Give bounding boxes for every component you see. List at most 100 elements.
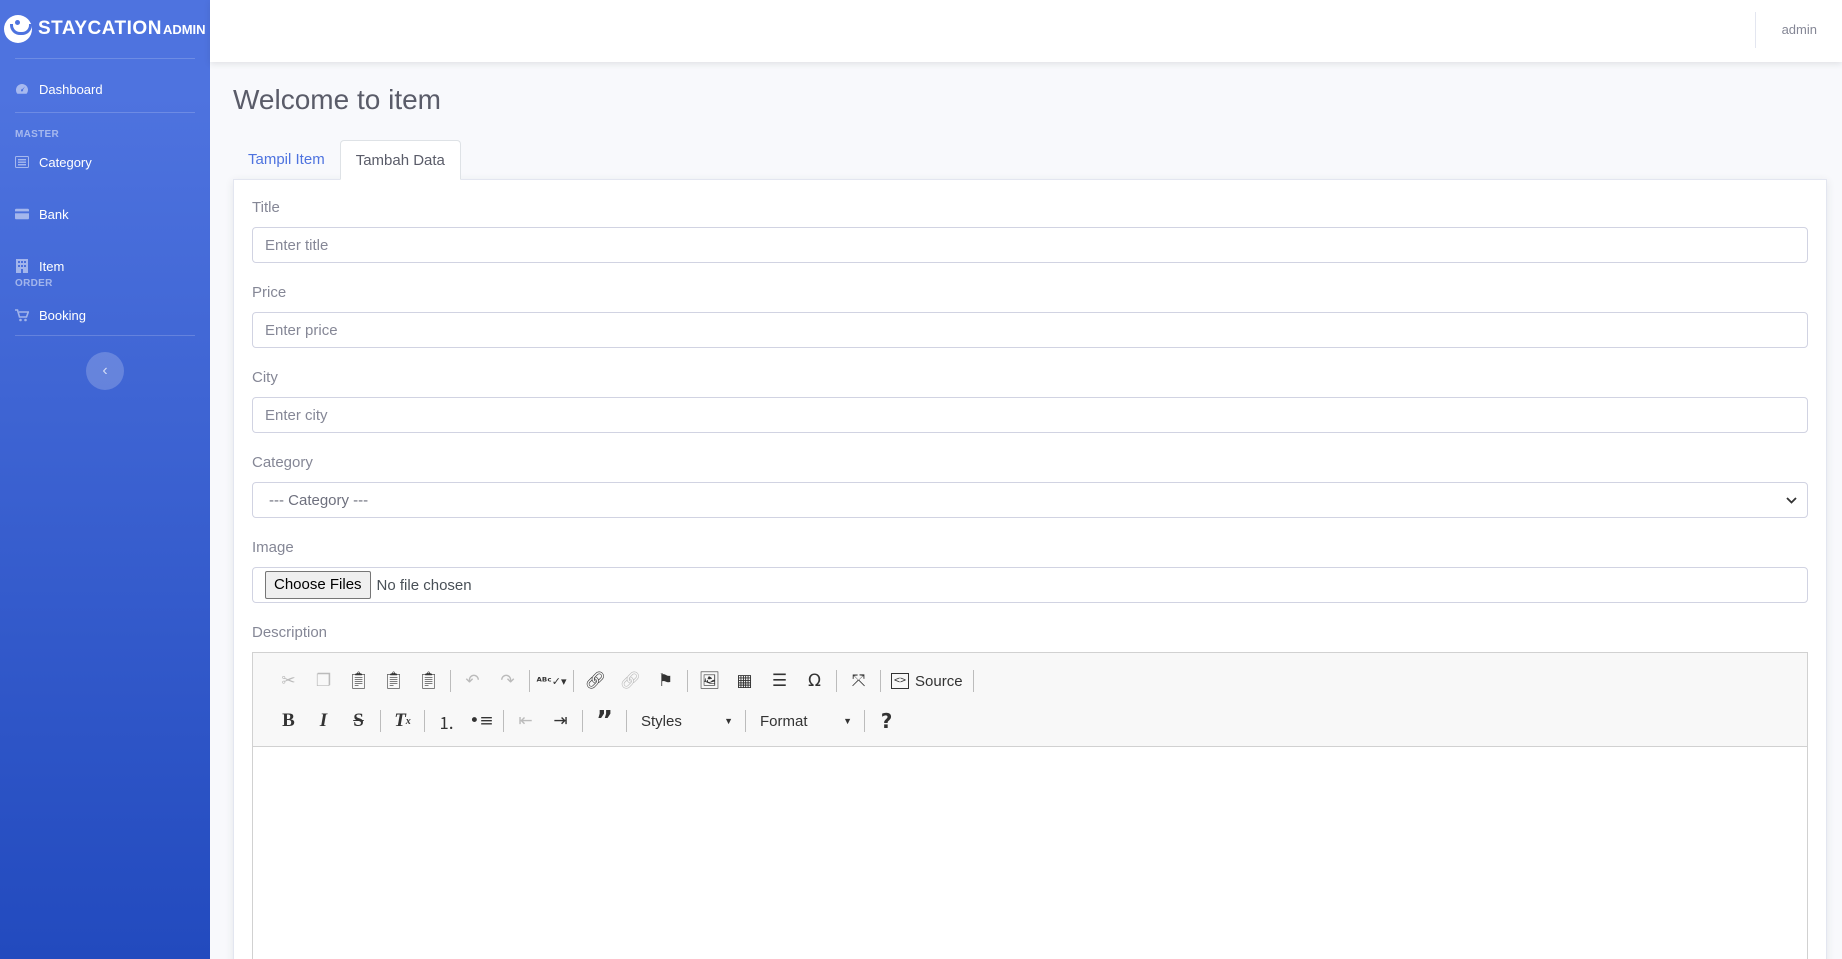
numbered-list-icon[interactable]: ⒈	[429, 706, 464, 736]
toolbar-separator	[380, 710, 381, 732]
sidebar-item-label: Item	[39, 258, 65, 274]
toolbar-separator	[424, 710, 425, 732]
sidebar-toggle-button[interactable]: ‹	[86, 352, 124, 390]
city-group: City	[252, 369, 1808, 454]
horizontal-line-icon[interactable]: ☰	[762, 666, 797, 696]
toolbar-separator	[864, 710, 865, 732]
sidebar-divider	[15, 112, 195, 113]
tab-tampil-item[interactable]: Tampil Item	[233, 140, 340, 180]
editor-toolbar: ✂ ❐ 📋︎ 📋︎ 📋︎ ↶ ↷ ᴬᴮᶜ✓▾ 🔗︎ 🔗︎ ⚑ 🖼︎ ▦ ☰ Ω …	[253, 653, 1807, 747]
title-label: Title	[252, 199, 280, 216]
outdent-icon[interactable]: ⇤	[508, 706, 543, 736]
form-card: Title Price City Category --- Category -…	[233, 179, 1827, 959]
spellcheck-icon[interactable]: ᴬᴮᶜ✓▾	[534, 666, 569, 696]
italic-icon[interactable]: I	[306, 706, 341, 736]
redo-icon[interactable]: ↷	[490, 666, 525, 696]
format-label: Format	[760, 712, 808, 730]
category-selected-value: --- Category ---	[269, 491, 369, 509]
anchor-flag-icon[interactable]: ⚑	[648, 666, 683, 696]
paste-icon[interactable]: 📋︎	[341, 666, 376, 696]
copy-icon[interactable]: ❐	[306, 666, 341, 696]
topbar-divider	[1755, 12, 1756, 48]
bulleted-list-icon[interactable]: •≡	[464, 706, 499, 736]
smile-logo-icon	[4, 15, 32, 43]
paste-word-icon[interactable]: 📋︎	[411, 666, 446, 696]
toolbar-separator	[880, 670, 881, 692]
toolbar-separator	[582, 710, 583, 732]
toolbar-separator	[972, 670, 974, 692]
toolbar-separator	[687, 670, 688, 692]
building-icon	[15, 259, 29, 273]
format-dropdown[interactable]: Format ▼	[750, 706, 860, 736]
styles-label: Styles	[641, 712, 682, 730]
toolbar-separator	[745, 710, 746, 732]
toolbar-separator	[450, 670, 451, 692]
chevron-down-icon	[1786, 493, 1797, 507]
unlink-icon[interactable]: 🔗︎	[613, 666, 648, 696]
list-alt-icon	[15, 155, 29, 169]
maximize-icon[interactable]: ⤧	[841, 666, 876, 696]
source-label: Source	[915, 672, 963, 690]
source-code-icon: <>	[891, 673, 910, 689]
source-button[interactable]: <> Source	[885, 666, 969, 696]
file-status: No file chosen	[376, 576, 472, 594]
undo-icon[interactable]: ↶	[455, 666, 490, 696]
toolbar-separator	[836, 670, 837, 692]
paste-text-icon[interactable]: 📋︎	[376, 666, 411, 696]
strikethrough-icon[interactable]: S	[341, 706, 376, 736]
sidebar-item-label: Booking	[39, 307, 86, 323]
tachometer-icon	[15, 82, 29, 96]
main-content: Welcome to item Tampil Item Tambah Data …	[233, 62, 1827, 959]
price-input[interactable]	[252, 312, 1808, 348]
rich-text-editor: ✂ ❐ 📋︎ 📋︎ 📋︎ ↶ ↷ ᴬᴮᶜ✓▾ 🔗︎ 🔗︎ ⚑ 🖼︎ ▦ ☰ Ω …	[252, 652, 1808, 959]
city-input[interactable]	[252, 397, 1808, 433]
toolbar-separator	[573, 670, 574, 692]
description-label: Description	[252, 624, 328, 641]
brand-name: STAYCATION	[38, 18, 162, 39]
topbar: admin	[210, 0, 1842, 62]
city-label: City	[252, 369, 278, 386]
toolbar-row-2: B I S Tx ⒈ •≡ ⇤ ⇥ ” Styles ▼ Format ▼ ?	[271, 701, 1793, 741]
indent-icon[interactable]: ⇥	[543, 706, 578, 736]
title-group: Title	[252, 199, 1808, 284]
bold-icon[interactable]: B	[271, 706, 306, 736]
title-input[interactable]	[252, 227, 1808, 263]
category-select[interactable]: --- Category ---	[252, 482, 1808, 518]
tab-bar: Tampil Item Tambah Data	[233, 140, 1827, 180]
image-icon[interactable]: 🖼︎	[692, 666, 727, 696]
cut-icon[interactable]: ✂	[271, 666, 306, 696]
sidebar-item-label: Dashboard	[39, 81, 103, 97]
table-icon[interactable]: ▦	[727, 666, 762, 696]
page-title: Welcome to item	[233, 84, 441, 115]
sidebar-divider	[15, 58, 195, 59]
caret-down-icon: ▼	[724, 716, 733, 726]
brand[interactable]: STAYCATION ADMIN	[0, 0, 210, 58]
category-group: Category --- Category ---	[252, 454, 1808, 518]
help-icon[interactable]: ?	[869, 706, 904, 736]
price-label: Price	[252, 284, 287, 301]
user-menu[interactable]: admin	[1782, 22, 1817, 37]
sidebar-item-dashboard[interactable]: Dashboard	[0, 63, 210, 115]
caret-down-icon: ▼	[843, 716, 852, 726]
editor-content-area[interactable]	[253, 747, 1807, 959]
sidebar-item-label: Bank	[39, 206, 69, 222]
tab-tambah-data[interactable]: Tambah Data	[339, 140, 461, 180]
shopping-cart-icon	[15, 308, 29, 322]
link-icon[interactable]: 🔗︎	[578, 666, 613, 696]
price-group: Price	[252, 284, 1808, 369]
toolbar-separator	[529, 670, 530, 692]
remove-format-icon[interactable]: Tx	[385, 706, 420, 736]
sidebar-item-booking[interactable]: Booking	[0, 289, 210, 341]
choose-files-button[interactable]: Choose Files	[265, 571, 371, 599]
toolbar-separator	[503, 710, 504, 732]
toolbar-separator	[626, 710, 627, 732]
image-label: Image	[252, 539, 294, 556]
sidebar-item-label: Category	[39, 154, 92, 170]
styles-dropdown[interactable]: Styles ▼	[631, 706, 741, 736]
sidebar-item-bank[interactable]: Bank	[0, 188, 210, 240]
category-label: Category	[252, 454, 313, 471]
image-file-input[interactable]: Choose Files No file chosen	[252, 567, 1808, 603]
special-char-omega-icon[interactable]: Ω	[797, 666, 832, 696]
blockquote-icon[interactable]: ”	[587, 706, 622, 736]
sidebar-item-category[interactable]: Category	[0, 136, 210, 188]
